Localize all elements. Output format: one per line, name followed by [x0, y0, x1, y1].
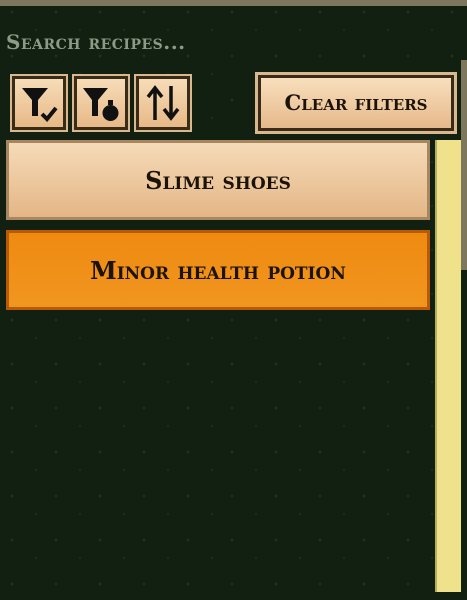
filter-potion-button[interactable] — [72, 74, 130, 132]
scrollbar[interactable] — [435, 140, 461, 592]
right-edge — [461, 60, 467, 270]
sort-button[interactable] — [134, 74, 192, 132]
search-input[interactable]: Search recipes... — [6, 24, 446, 60]
sort-icon — [146, 85, 180, 121]
recipe-panel: Search recipes... Clear filters Slime sh… — [0, 0, 467, 600]
filter-craftable-button[interactable] — [10, 74, 68, 132]
clear-filters-button[interactable]: Clear filters — [255, 72, 457, 134]
recipe-item[interactable]: Slime shoes — [6, 140, 430, 220]
recipe-item-selected[interactable]: Minor health potion — [6, 230, 430, 310]
filter-check-icon — [22, 88, 58, 122]
filter-potion-icon — [83, 88, 119, 121]
top-edge — [0, 0, 467, 6]
